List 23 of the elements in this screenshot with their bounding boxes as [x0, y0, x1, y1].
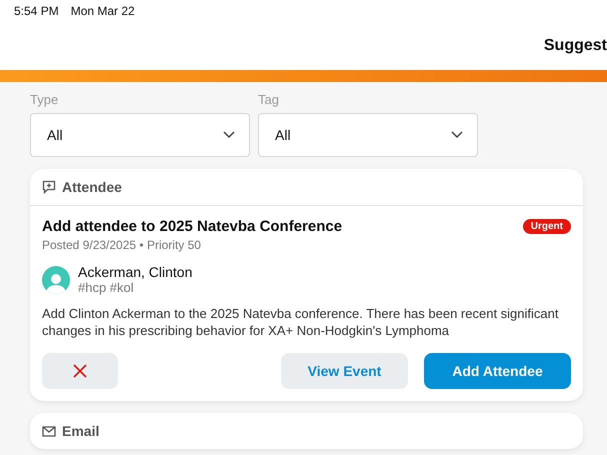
avatar-icon: [42, 266, 70, 294]
person-name: Ackerman, Clinton: [78, 264, 192, 280]
status-time: 5:54 PM: [14, 4, 59, 18]
card-description: Add Clinton Ackerman to the 2025 Natevba conference. There has been recent significant changes in his prescribing behavior for XA+ Non-Hodgkin's Lymphoma: [42, 305, 560, 339]
chevron-down-icon: [223, 131, 235, 139]
filter-dropdown[interactable]: All: [258, 113, 478, 157]
card-category: Email: [62, 423, 100, 439]
filter-label: Tag: [258, 92, 280, 107]
filter-label: Type: [30, 92, 60, 107]
envelope-icon: [42, 426, 56, 436]
add-attendee-button[interactable]: Add Attendee: [424, 353, 571, 389]
close-icon: [73, 364, 87, 378]
person-tags: #hcp #kol: [78, 280, 192, 295]
chat-plus-icon: [42, 180, 56, 194]
dismiss-button[interactable]: [42, 353, 118, 389]
status-date: Mon Mar 22: [70, 4, 135, 18]
page-title: Suggest: [544, 37, 607, 55]
chevron-down-icon: [451, 131, 463, 139]
urgent-badge: Urgent: [522, 219, 571, 234]
card-category: Attendee: [62, 179, 122, 195]
card-meta: Posted 9/23/2025 • Priority 50: [42, 238, 202, 252]
filter-dropdown[interactable]: All: [30, 113, 250, 157]
card-title: Add attendee to 2025 Natevba Conference: [42, 218, 342, 235]
